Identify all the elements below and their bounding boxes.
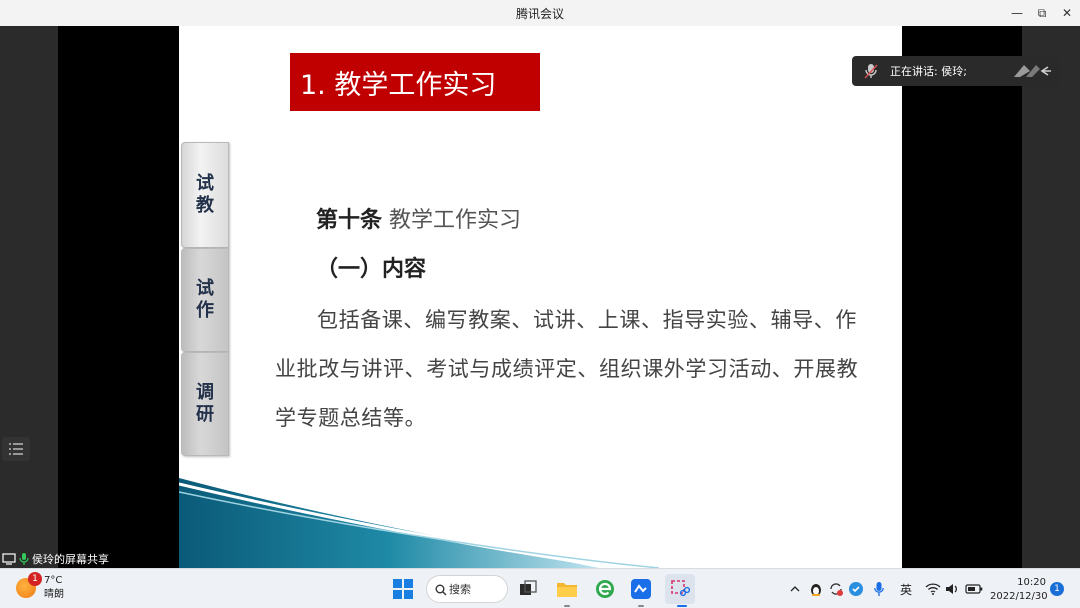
letterbox-left [58,26,179,568]
restore-icon: ⧉ [1037,5,1047,20]
tray-battery[interactable] [964,577,984,601]
slide-body-text: 包括备课、编写教案、试讲、上课、指导实验、辅导、作业批改与讲评、考试与成绩评定、… [275,308,859,430]
tencent-meeting-button[interactable] [629,577,653,601]
notification-badge[interactable]: 1 [1050,582,1064,596]
tray-volume[interactable] [944,577,962,601]
speaker-icon [946,584,957,594]
taskbar-search[interactable]: 搜索 [426,575,508,603]
folder-icon [557,583,577,597]
share-owner-label: 侯玲的屏幕共享 [32,553,109,566]
clock-time: 10:20 [1017,577,1046,588]
weather-badge: 1 [28,572,42,586]
minimize-icon: — [1011,6,1023,20]
section-heading: （一）内容 [316,256,427,282]
microphone-active-icon [19,553,29,565]
tray-wifi[interactable] [924,577,942,601]
stage-right-margin [1022,26,1080,568]
chevron-up-icon [790,586,800,592]
window-titlebar: 腾讯会议 — ⧉ ✕ [0,0,1080,26]
meeting-stage: 1. 教学工作实习 试 教 试 作 调 研 第十条 教学工作实习 （一）内容 包… [0,26,1080,568]
clock-date: 2022/12/30 [990,591,1048,602]
browser-button[interactable] [593,577,617,601]
list-icon [9,443,23,455]
annotation-tool-icon[interactable] [1012,63,1052,82]
shield-icon [849,582,863,596]
weather-widget[interactable]: 1 7°C 晴朗 [16,572,64,602]
windows-logo-icon [393,579,413,599]
minimize-button[interactable]: — [1004,0,1030,26]
close-button[interactable]: ✕ [1054,0,1080,26]
slide-tab-trial-work: 试 作 [181,248,229,352]
active-speaker-label: 正在讲话: 侯玲; [890,65,967,78]
task-view-icon [520,580,537,595]
tray-security[interactable] [846,577,866,601]
tray-microphone[interactable] [870,577,888,601]
slide-tab-research: 调 研 [181,352,229,456]
sync-icon [830,583,843,596]
screen-share-icon [2,553,16,565]
screen-share-label: 侯玲的屏幕共享 [2,551,109,567]
slide-heading: 1. 教学工作实习 [290,53,540,111]
search-icon [435,584,447,596]
slide-tab-trial-teaching: 试 教 [181,142,229,248]
active-speaker-indicator: 正在讲话: 侯玲; [852,56,1060,86]
letterbox-right [902,26,1022,568]
microphone-icon [860,60,882,82]
tray-qq[interactable] [806,577,826,601]
input-language-indicator[interactable]: 英 [896,577,916,601]
member-list-button[interactable] [2,437,30,461]
windows-taskbar: 1 7°C 晴朗 搜索 英 10:20 2022/12/30 1 [0,568,1080,608]
browser-e-icon [596,580,614,598]
active-indicator [677,605,687,607]
task-view-button[interactable] [516,577,540,601]
article-title: 第十条 教学工作实习 [316,202,521,234]
article-name: 教学工作实习 [389,208,522,233]
restore-button[interactable]: ⧉ [1029,0,1055,26]
sun-icon: 1 [16,572,42,598]
start-button[interactable] [391,577,415,601]
desktop-screen: 腾讯会议 — ⧉ ✕ 1. 教学工作实习 试 教 试 作 调 研 第十条 教学工… [0,0,1080,608]
snipping-tool-button[interactable] [665,574,695,604]
wifi-icon [925,583,941,595]
file-explorer-button[interactable] [555,577,579,601]
shared-slide: 1. 教学工作实习 试 教 试 作 调 研 第十条 教学工作实习 （一）内容 包… [179,26,902,568]
window-title: 腾讯会议 [515,7,564,21]
tray-overflow-button[interactable] [786,577,804,601]
running-indicator [564,605,570,607]
running-indicator [638,605,644,607]
stage-left-margin [0,26,58,568]
weather-temperature: 7°C [44,575,63,586]
microphone-icon [874,582,884,596]
weather-condition: 晴朗 [44,589,64,600]
tray-sync[interactable] [826,577,846,601]
tencent-meeting-icon [631,579,651,599]
article-number: 第十条 [316,207,383,233]
battery-icon [965,584,983,594]
snipping-tool-icon [671,580,690,597]
slide-wave-decoration [179,478,660,568]
search-label: 搜索 [449,583,471,596]
penguin-icon [811,584,821,596]
close-icon: ✕ [1061,6,1073,20]
taskbar-clock[interactable]: 10:20 2022/12/30 [990,576,1048,604]
